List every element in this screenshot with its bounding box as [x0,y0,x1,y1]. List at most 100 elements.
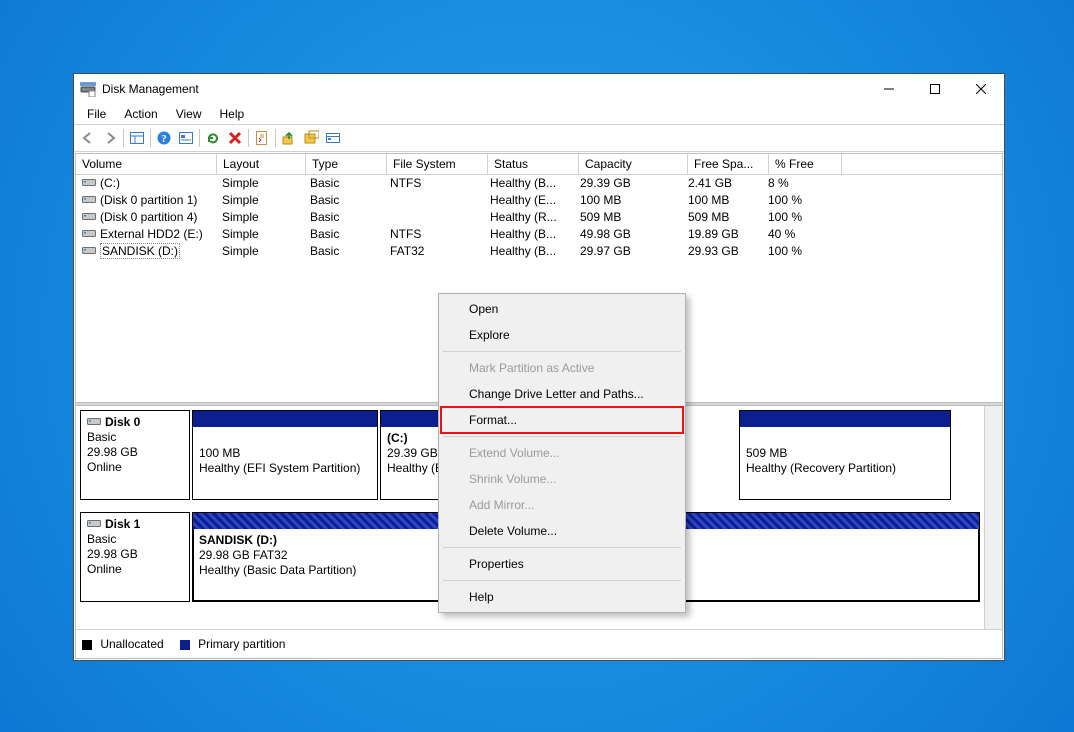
action-button-2[interactable] [300,127,322,149]
cell-layout: Simple [216,209,304,226]
cell-fs [384,192,484,209]
context-menu-item: Add Mirror... [441,492,683,518]
col-capacity[interactable]: Capacity [579,154,688,174]
cell-pct: 100 % [762,192,834,209]
col-status[interactable]: Status [488,154,579,174]
cell-pct: 40 % [762,226,834,243]
col-volume[interactable]: Volume [76,154,217,174]
context-menu-item[interactable]: Open [441,296,683,322]
svg-text:?: ? [161,133,167,145]
cell-status: Healthy (E... [484,192,574,209]
context-menu-item[interactable]: Help [441,584,683,610]
menu-view[interactable]: View [167,105,211,123]
forward-button[interactable] [99,127,121,149]
close-button[interactable] [958,74,1004,104]
cell-free: 19.89 GB [682,226,762,243]
volume-name: (C:) [100,176,120,190]
toolbar-separator [150,129,151,147]
col-layout[interactable]: Layout [217,154,306,174]
drive-icon [82,209,96,226]
legend-unallocated: Unallocated [82,637,164,651]
help-button[interactable]: ? [153,127,175,149]
legend: Unallocated Primary partition [76,629,1002,658]
partition[interactable]: 509 MBHealthy (Recovery Partition) [739,410,951,500]
context-menu-item: Extend Volume... [441,440,683,466]
properties-button[interactable] [251,127,273,149]
back-button[interactable] [77,127,99,149]
cell-type: Basic [304,209,384,226]
disk-icon [87,517,101,531]
cell-capacity: 29.97 GB [574,243,682,260]
minimize-button[interactable] [866,74,912,104]
col-pctfree[interactable]: % Free [769,154,842,174]
cell-fs [384,209,484,226]
cell-pct: 100 % [762,209,834,226]
menu-help[interactable]: Help [211,105,254,123]
context-menu-separator [443,351,681,352]
settings-button[interactable] [175,127,197,149]
toolbar-separator [199,129,200,147]
partition-status: Healthy (Recovery Partition) [746,461,944,476]
context-menu-item[interactable]: Delete Volume... [441,518,683,544]
volume-row[interactable]: SANDISK (D:)SimpleBasicFAT32Healthy (B..… [76,243,1002,260]
action-button-3[interactable] [322,127,344,149]
context-menu-separator [443,547,681,548]
cell-free: 2.41 GB [682,175,762,192]
delete-button[interactable] [224,127,246,149]
show-hide-tree-button[interactable] [126,127,148,149]
disk-sidebar[interactable]: Disk 0Basic29.98 GBOnline [80,410,190,500]
col-freespace[interactable]: Free Spa... [688,154,769,174]
disk-name: Disk 1 [105,517,140,531]
cell-layout: Simple [216,226,304,243]
refresh-button[interactable] [202,127,224,149]
action-button-1[interactable] [278,127,300,149]
cell-free: 509 MB [682,209,762,226]
titlebar-controls [866,74,1004,104]
toolbar-separator [248,129,249,147]
cell-status: Healthy (R... [484,209,574,226]
drive-icon [82,175,96,192]
col-type[interactable]: Type [306,154,387,174]
cell-pct: 8 % [762,175,834,192]
legend-primary: Primary partition [180,637,286,651]
vertical-scrollbar[interactable] [984,406,1002,629]
cell-capacity: 49.98 GB [574,226,682,243]
swatch-unallocated-icon [82,640,92,650]
context-menu-item[interactable]: Properties [441,551,683,577]
legend-primary-label: Primary partition [198,637,285,651]
disk-capacity: 29.98 GB [87,445,183,460]
cell-capacity: 29.39 GB [574,175,682,192]
volume-name: (Disk 0 partition 4) [100,210,197,224]
volume-row[interactable]: (Disk 0 partition 4) SimpleBasic Healthy (… [76,209,1002,226]
menu-action[interactable]: Action [115,105,166,123]
cell-status: Healthy (B... [484,175,574,192]
cell-layout: Simple [216,192,304,209]
context-menu-item[interactable]: Change Drive Letter and Paths... [441,381,683,407]
col-filesystem[interactable]: File System [387,154,488,174]
context-menu-item: Shrink Volume... [441,466,683,492]
disk-name: Disk 0 [105,415,140,429]
disk-type: Basic [87,532,183,547]
cell-capacity: 509 MB [574,209,682,226]
volume-list-header[interactable]: Volume Layout Type File System Status Ca… [76,154,1002,175]
volume-name: (Disk 0 partition 1) [100,193,197,207]
disk-status: Online [87,562,183,577]
cell-type: Basic [304,192,384,209]
partition[interactable]: 100 MBHealthy (EFI System Partition) [192,410,378,500]
window-title: Disk Management [102,82,866,96]
disk-capacity: 29.98 GB [87,547,183,562]
volume-row[interactable]: (C:)SimpleBasicNTFSHealthy (B...29.39 GB… [76,175,1002,192]
context-menu-item[interactable]: Format... [441,407,683,433]
maximize-button[interactable] [912,74,958,104]
context-menu[interactable]: OpenExploreMark Partition as ActiveChang… [438,293,686,613]
volume-row[interactable]: (Disk 0 partition 1) SimpleBasic Healthy (… [76,192,1002,209]
disk-sidebar[interactable]: Disk 1Basic29.98 GBOnline [80,512,190,602]
volume-rows: (C:)SimpleBasicNTFSHealthy (B...29.39 GB… [76,175,1002,260]
context-menu-item[interactable]: Explore [441,322,683,348]
partition-size: 509 MB [746,446,944,461]
cell-fs: FAT32 [384,243,484,260]
menu-file[interactable]: File [78,105,115,123]
partition-color-bar [193,411,377,427]
titlebar[interactable]: Disk Management [74,74,1004,104]
volume-row[interactable]: External HDD2 (E:)SimpleBasicNTFSHealthy… [76,226,1002,243]
